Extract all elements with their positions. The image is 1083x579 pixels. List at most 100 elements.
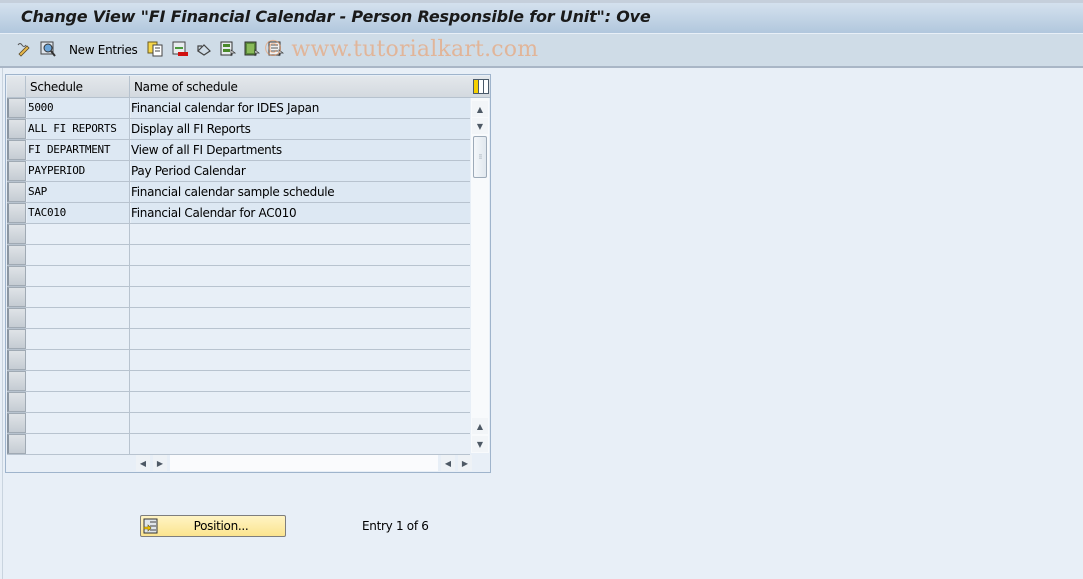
column-header-schedule[interactable]: Schedule xyxy=(27,76,130,98)
column-header-name-of-schedule[interactable]: Name of schedule xyxy=(131,76,471,98)
cell-name-of-schedule[interactable] xyxy=(131,308,470,328)
table-row[interactable] xyxy=(7,371,470,392)
cell-name-of-schedule[interactable] xyxy=(131,245,470,265)
cell-schedule[interactable]: FI DEPARTMENT xyxy=(27,140,130,160)
scroll-page-down-icon[interactable]: ▼ xyxy=(472,436,488,452)
vertical-scrollbar[interactable]: ▲ ▼ ⁞⁞ ▲ ▼ xyxy=(471,98,489,453)
table-row[interactable]: FI DEPARTMENT View of all FI Departments xyxy=(7,140,470,161)
table-row[interactable] xyxy=(7,413,470,434)
cell-schedule[interactable] xyxy=(27,287,130,307)
edit-display-toggle-icon[interactable] xyxy=(16,41,32,57)
table-settings-icon[interactable] xyxy=(473,79,489,94)
row-selector-button[interactable] xyxy=(7,329,26,349)
cell-name-of-schedule[interactable] xyxy=(131,434,470,454)
row-selector-button[interactable] xyxy=(7,182,26,202)
table-row[interactable]: 5000 Financial calendar for IDES Japan xyxy=(7,98,470,119)
select-block-icon[interactable] xyxy=(244,41,260,57)
cell-schedule[interactable] xyxy=(27,350,130,370)
table-row[interactable]: PAYPERIOD Pay Period Calendar xyxy=(7,161,470,182)
table-row[interactable] xyxy=(7,329,470,350)
row-selector-button[interactable] xyxy=(7,434,26,454)
scroll-page-up-icon[interactable]: ▲ xyxy=(472,418,488,434)
cell-name-of-schedule[interactable]: Financial Calendar for AC010 xyxy=(131,203,470,223)
delete-icon[interactable] xyxy=(172,41,188,57)
row-selector-button[interactable] xyxy=(7,224,26,244)
table-control: Schedule Name of schedule 5000 Financial … xyxy=(5,74,491,473)
cell-schedule[interactable] xyxy=(27,434,130,454)
table-row[interactable] xyxy=(7,266,470,287)
table-row[interactable] xyxy=(7,245,470,266)
cell-name-of-schedule[interactable] xyxy=(131,329,470,349)
cell-schedule[interactable] xyxy=(27,413,130,433)
scroll-column-left-icon[interactable]: ◀ xyxy=(441,455,455,471)
table-header: Schedule Name of schedule xyxy=(7,76,490,98)
cell-schedule[interactable]: PAYPERIOD xyxy=(27,161,130,181)
row-selector-button[interactable] xyxy=(7,413,26,433)
cell-schedule[interactable] xyxy=(27,224,130,244)
table-row[interactable]: SAP Financial calendar sample schedule xyxy=(7,182,470,203)
table-row[interactable]: TAC010 Financial Calendar for AC010 xyxy=(7,203,470,224)
cell-name-of-schedule[interactable] xyxy=(131,371,470,391)
new-entries-button[interactable]: New Entries xyxy=(69,43,138,57)
table-row[interactable] xyxy=(7,224,470,245)
cell-name-of-schedule[interactable]: Pay Period Calendar xyxy=(131,161,470,181)
row-selector-button[interactable] xyxy=(7,287,26,307)
table-row[interactable] xyxy=(7,287,470,308)
cell-name-of-schedule[interactable] xyxy=(131,413,470,433)
select-all-icon[interactable] xyxy=(220,41,236,57)
scroll-down-icon[interactable]: ▼ xyxy=(472,118,488,134)
row-selector-button[interactable] xyxy=(7,98,26,118)
row-selector-button[interactable] xyxy=(7,350,26,370)
scroll-up-icon[interactable]: ▲ xyxy=(472,101,488,117)
undo-change-icon[interactable] xyxy=(196,41,212,57)
cell-schedule[interactable] xyxy=(27,329,130,349)
table-row[interactable] xyxy=(7,308,470,329)
horizontal-scrollbar[interactable]: ◀ ▶ ◀ ▶ xyxy=(130,455,472,471)
cell-schedule[interactable]: SAP xyxy=(27,182,130,202)
row-selector-button[interactable] xyxy=(7,140,26,160)
select-all-rows-button[interactable] xyxy=(7,76,26,98)
row-selector-button[interactable] xyxy=(7,245,26,265)
table-row[interactable] xyxy=(7,350,470,371)
cell-name-of-schedule[interactable] xyxy=(131,266,470,286)
cell-schedule[interactable]: TAC010 xyxy=(27,203,130,223)
cell-name-of-schedule[interactable]: View of all FI Departments xyxy=(131,140,470,160)
watermark-text: © www.tutorialkart.com xyxy=(262,37,539,62)
detail-view-icon[interactable] xyxy=(40,41,56,57)
position-button[interactable]: Position... xyxy=(140,515,286,537)
cell-name-of-schedule[interactable]: Financial calendar for IDES Japan xyxy=(131,98,470,118)
table-row[interactable]: ALL FI REPORTS Display all FI Reports xyxy=(7,119,470,140)
cell-schedule[interactable]: ALL FI REPORTS xyxy=(27,119,130,139)
row-selector-button[interactable] xyxy=(7,119,26,139)
cell-schedule[interactable] xyxy=(27,371,130,391)
cell-schedule[interactable] xyxy=(27,308,130,328)
table-row[interactable] xyxy=(7,434,470,455)
cell-schedule[interactable] xyxy=(27,266,130,286)
row-selector-button[interactable] xyxy=(7,392,26,412)
row-selector-button[interactable] xyxy=(7,371,26,391)
scroll-column-right-icon[interactable]: ▶ xyxy=(458,455,472,471)
cell-name-of-schedule[interactable]: Financial calendar sample schedule xyxy=(131,182,470,202)
cell-schedule[interactable] xyxy=(27,245,130,265)
row-selector-button[interactable] xyxy=(7,161,26,181)
copy-as-icon[interactable] xyxy=(147,41,163,57)
scroll-left-icon[interactable]: ◀ xyxy=(136,455,150,471)
cell-name-of-schedule[interactable] xyxy=(131,224,470,244)
horizontal-scroll-track[interactable] xyxy=(170,455,438,471)
cell-name-of-schedule[interactable]: Display all FI Reports xyxy=(131,119,470,139)
application-toolbar: New Entries © www.tutorialkart.com xyxy=(0,34,1083,68)
row-selector-button[interactable] xyxy=(7,203,26,223)
row-selector-button[interactable] xyxy=(7,308,26,328)
cell-name-of-schedule[interactable] xyxy=(131,350,470,370)
entry-counter: Entry 1 of 6 xyxy=(362,519,429,533)
table-body: 5000 Financial calendar for IDES Japan ALL… xyxy=(7,98,470,455)
scroll-right-icon[interactable]: ▶ xyxy=(153,455,167,471)
cell-name-of-schedule[interactable] xyxy=(131,287,470,307)
cell-schedule[interactable] xyxy=(27,392,130,412)
table-row[interactable] xyxy=(7,392,470,413)
page-title: Change View "FI Financial Calendar - Per… xyxy=(21,7,651,26)
cell-schedule[interactable]: 5000 xyxy=(27,98,130,118)
row-selector-button[interactable] xyxy=(7,266,26,286)
cell-name-of-schedule[interactable] xyxy=(131,392,470,412)
scrollbar-thumb[interactable]: ⁞⁞ xyxy=(473,136,487,178)
